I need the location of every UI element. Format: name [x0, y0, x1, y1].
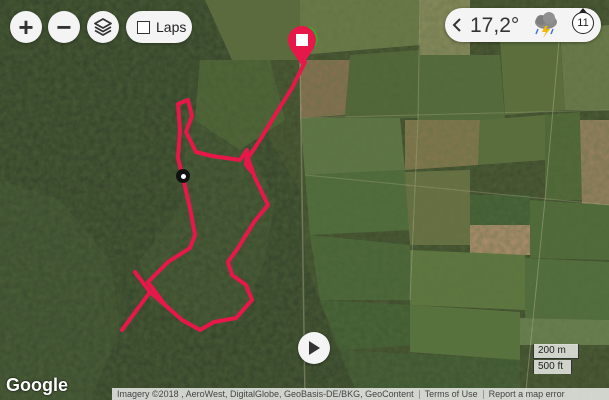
- laps-label: Laps: [156, 19, 187, 35]
- layers-icon: [94, 18, 112, 36]
- terms-link[interactable]: Terms of Use: [420, 389, 483, 399]
- layers-button[interactable]: [87, 11, 119, 43]
- imagery-credit: Imagery ©2018 , AeroWest, DigitalGlobe, …: [117, 389, 414, 399]
- scale-metric: 200 m: [533, 344, 579, 359]
- zoom-in-button[interactable]: +: [10, 11, 42, 43]
- scale-imperial: 500 ft: [533, 360, 572, 374]
- thunderstorm-cloud-icon: [535, 12, 557, 38]
- attribution-bar: Imagery ©2018 , AeroWest, DigitalGlobe, …: [112, 388, 609, 400]
- laps-toggle[interactable]: Laps: [126, 11, 192, 43]
- laps-checkbox[interactable]: [137, 20, 150, 34]
- zoom-out-button[interactable]: −: [48, 11, 80, 43]
- map-scale: 200 m 500 ft: [533, 344, 579, 374]
- play-button[interactable]: [298, 332, 330, 364]
- google-logo: Google: [6, 375, 68, 395]
- chevron-left-icon[interactable]: [452, 18, 462, 32]
- temperature: 17,2°: [470, 14, 520, 37]
- finish-flag-marker[interactable]: [286, 24, 320, 68]
- current-position-marker: [176, 169, 190, 183]
- report-error-link[interactable]: Report a map error: [484, 389, 570, 399]
- weather-widget: 17,2° 11: [445, 8, 601, 42]
- map-view[interactable]: + − Laps 17,2° 11 200 m 500 ft Google Im…: [0, 0, 609, 400]
- wind-speed: 11: [572, 12, 594, 34]
- play-icon: [309, 341, 320, 355]
